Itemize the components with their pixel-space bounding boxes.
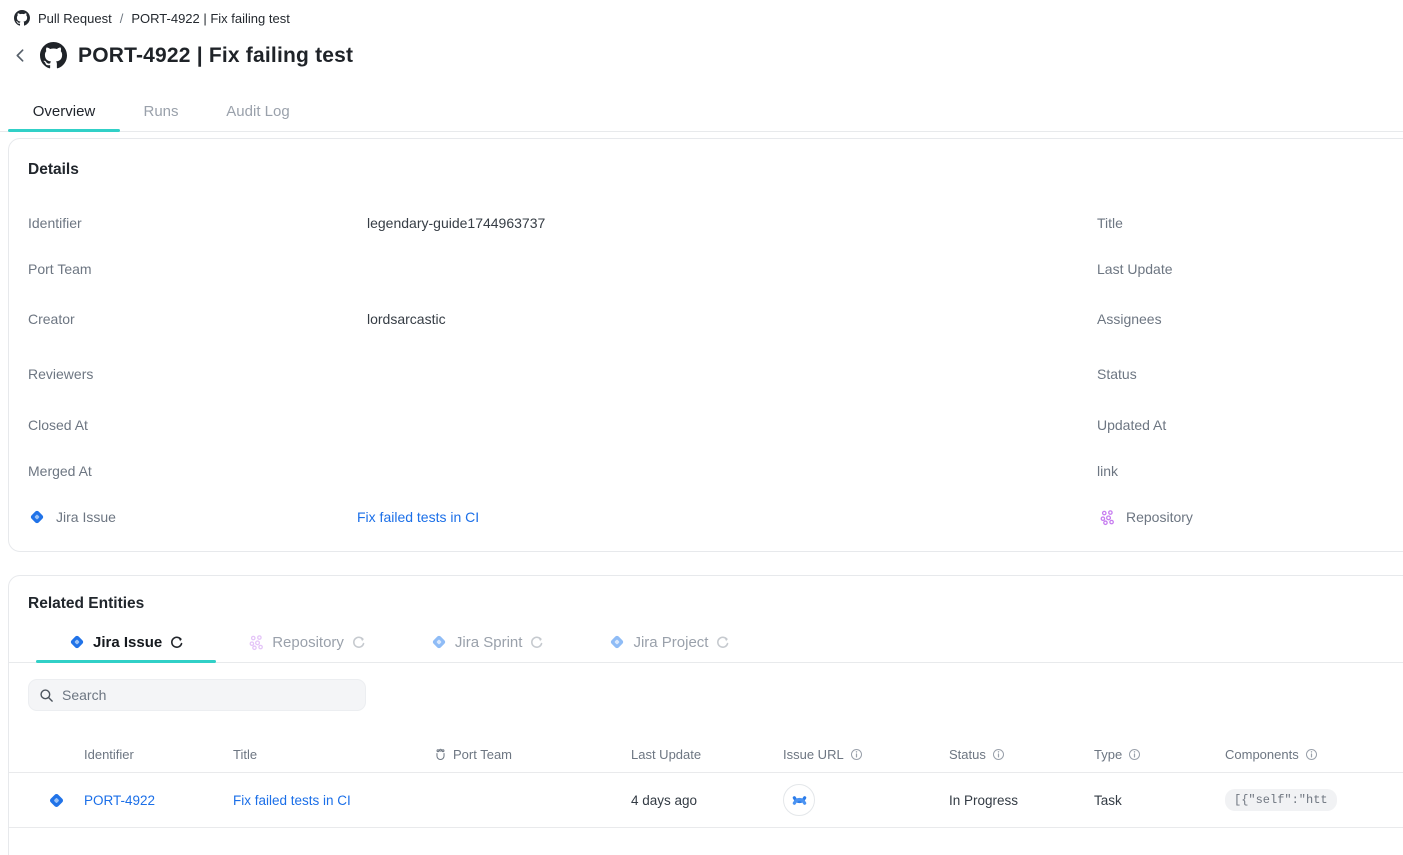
col-last-update[interactable]: Last Update (631, 747, 783, 762)
search-input[interactable] (62, 687, 355, 703)
breadcrumb: Pull Request / PORT-4922 | Fix failing t… (14, 10, 290, 26)
back-button[interactable] (12, 47, 29, 64)
page-title: PORT-4922 | Fix failing test (78, 44, 353, 68)
row-last-update: 4 days ago (631, 793, 783, 808)
info-icon (992, 748, 1005, 761)
field-creator-value: lordsarcastic (367, 311, 446, 327)
col-issue-url[interactable]: Issue URL (783, 747, 949, 762)
field-repository: Repository (1099, 506, 1193, 528)
info-icon (1305, 748, 1318, 761)
info-icon (1128, 748, 1141, 761)
field-status: Status (1097, 363, 1137, 385)
col-title[interactable]: Title (233, 747, 434, 762)
details-heading: Details (28, 161, 79, 179)
row-components: [{"self":"htt (1225, 789, 1403, 811)
breadcrumb-pull-request[interactable]: Pull Request (38, 11, 112, 26)
jira-icon (608, 633, 626, 651)
table-header: Identifier Title Port Team Last Update I… (9, 736, 1403, 773)
explore-arrow-icon[interactable] (351, 635, 366, 650)
row-issue-url (783, 784, 949, 816)
github-icon (40, 42, 67, 69)
field-identifier: Identifier legendary-guide1744963737 (28, 212, 82, 234)
related-tab-jira-issue[interactable]: Jira Issue (36, 622, 216, 662)
field-link: link (1097, 460, 1118, 482)
field-updated-at: Updated At (1097, 414, 1166, 436)
explore-arrow-icon[interactable] (529, 635, 544, 650)
field-creator: Creator lordsarcastic (28, 308, 75, 330)
related-entities-heading: Related Entities (28, 595, 144, 613)
related-tab-jira-sprint[interactable]: Jira Sprint (398, 622, 577, 662)
col-components[interactable]: Components (1225, 747, 1403, 762)
tab-audit-log[interactable]: Audit Log (202, 92, 314, 131)
jira-issue-link[interactable]: Fix failed tests in CI (357, 509, 479, 525)
field-assignees: Assignees (1097, 308, 1162, 330)
related-tab-jira-project[interactable]: Jira Project (576, 622, 762, 662)
related-entities-card: Related Entities Jira Issue Repository (8, 575, 1403, 855)
tab-runs[interactable]: Runs (120, 92, 202, 131)
tab-overview[interactable]: Overview (8, 92, 120, 131)
field-merged-at: Merged At (28, 460, 92, 482)
details-card: Details Identifier legendary-guide174496… (8, 138, 1403, 552)
field-last-update: Last Update (1097, 258, 1173, 280)
field-title: Title (1097, 212, 1123, 234)
field-port-team: Port Team (28, 258, 92, 280)
col-identifier[interactable]: Identifier (84, 747, 233, 762)
page-root: Pull Request / PORT-4922 | Fix failing t… (0, 0, 1403, 855)
github-icon (14, 10, 30, 26)
field-jira-issue: Jira Issue Fix failed tests in CI (28, 506, 116, 528)
table-row[interactable]: PORT-4922 Fix failed tests in CI 4 days … (9, 773, 1403, 828)
jira-icon (47, 791, 66, 810)
related-tab-bar: Jira Issue Repository Jira Sprint (9, 622, 1403, 663)
search-box (28, 679, 366, 711)
field-closed-at: Closed At (28, 414, 88, 436)
field-identifier-value: legendary-guide1744963737 (367, 215, 545, 231)
row-identifier-link[interactable]: PORT-4922 (84, 793, 155, 808)
col-type[interactable]: Type (1094, 747, 1225, 762)
repository-icon (248, 634, 265, 651)
team-icon (434, 748, 447, 761)
explore-arrow-icon[interactable] (715, 635, 730, 650)
field-reviewers: Reviewers (28, 363, 93, 385)
row-blueprint-icon-cell (28, 791, 84, 810)
col-port-team[interactable]: Port Team (434, 747, 631, 762)
breadcrumb-separator: / (120, 11, 124, 26)
search-icon (39, 688, 54, 703)
explore-arrow-icon[interactable] (169, 635, 184, 650)
row-title-link[interactable]: Fix failed tests in CI (233, 793, 351, 808)
jira-icon (430, 633, 448, 651)
row-status: In Progress (949, 793, 1094, 808)
row-type: Task (1094, 793, 1225, 808)
jira-icon (68, 633, 86, 651)
repository-icon (1099, 509, 1116, 526)
issue-url-icon[interactable] (783, 784, 815, 816)
breadcrumb-entity[interactable]: PORT-4922 | Fix failing test (131, 11, 289, 26)
info-icon (850, 748, 863, 761)
col-status[interactable]: Status (949, 747, 1094, 762)
title-bar: PORT-4922 | Fix failing test (12, 42, 353, 69)
related-tab-repository[interactable]: Repository (216, 622, 398, 662)
jira-icon (28, 508, 46, 526)
components-json-chip[interactable]: [{"self":"htt (1225, 789, 1337, 811)
main-tab-bar: Overview Runs Audit Log (0, 92, 1403, 132)
